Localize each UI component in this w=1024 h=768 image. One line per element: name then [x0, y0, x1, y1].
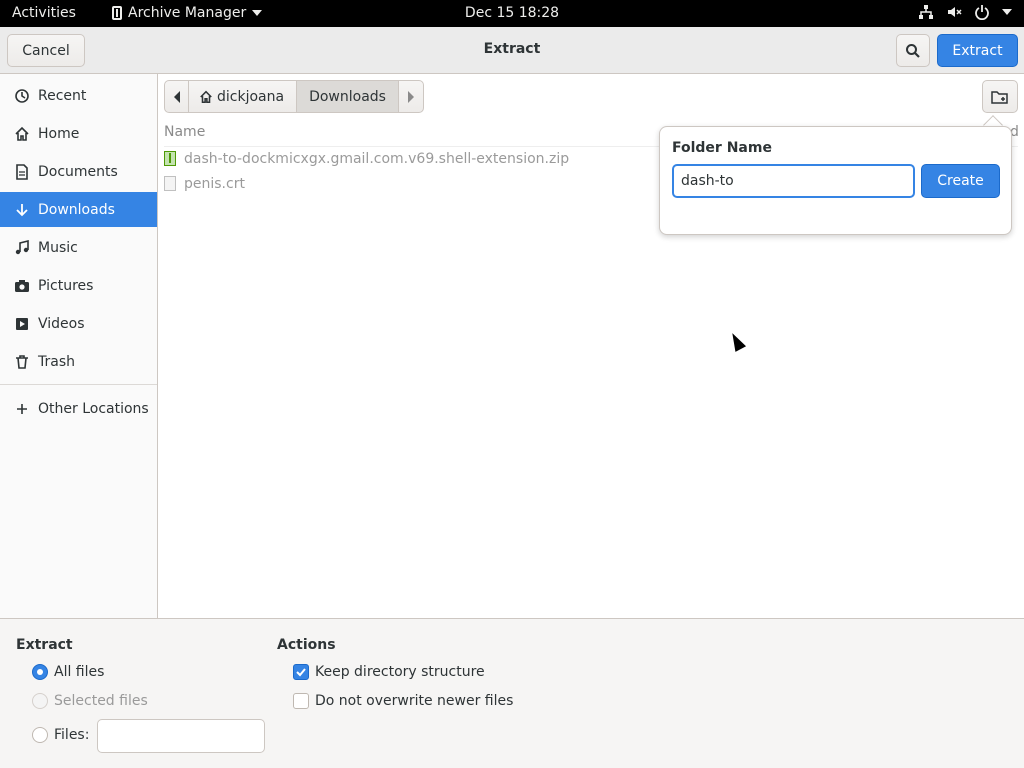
clock[interactable]: Dec 15 18:28	[465, 5, 559, 21]
file-row[interactable]: dash-to-dockmicxgx.gmail.com.v69.shell-e…	[164, 146, 569, 171]
files-pattern-input[interactable]	[97, 719, 265, 753]
top-bar: Activities Archive Manager Dec 15 18:28	[0, 0, 1024, 27]
chevron-down-icon	[252, 10, 263, 16]
plus-icon	[14, 401, 30, 417]
selected-files-radio[interactable]: Selected files	[32, 693, 148, 709]
file-name: dash-to-dockmicxgx.gmail.com.v69.shell-e…	[184, 150, 570, 167]
path-downloads-button[interactable]: Downloads	[297, 81, 399, 112]
sidebar-item-recent[interactable]: Recent	[0, 78, 157, 113]
all-files-label: All files	[54, 664, 105, 680]
new-folder-popover: Folder Name Create	[659, 126, 1012, 235]
activities-button[interactable]: Activities	[12, 5, 76, 21]
zip-file-icon	[164, 151, 176, 166]
search-button[interactable]	[896, 34, 930, 67]
path-home-label: dickjoana	[217, 88, 285, 105]
music-icon	[14, 239, 30, 256]
all-files-radio[interactable]: All files	[32, 664, 104, 680]
file-icon	[164, 176, 176, 191]
app-menu-label: Archive Manager	[128, 5, 247, 21]
volume-muted-icon	[948, 7, 962, 17]
camera-icon	[14, 278, 30, 294]
dialog-title: Extract	[483, 41, 541, 57]
radio-unchecked-icon	[32, 727, 48, 743]
path-current-label: Downloads	[309, 88, 386, 105]
keep-structure-label: Keep directory structure	[315, 664, 485, 680]
create-folder-button[interactable]: Create	[921, 164, 1000, 198]
keep-structure-checkbox[interactable]: Keep directory structure	[293, 664, 485, 680]
sidebar-item-label: Recent	[38, 87, 87, 104]
document-icon	[14, 163, 30, 180]
sidebar-item-home[interactable]: Home	[0, 116, 157, 151]
path-back-button[interactable]	[165, 81, 189, 112]
extract-section-title: Extract	[16, 637, 73, 653]
new-folder-icon	[991, 90, 1008, 104]
new-folder-button[interactable]	[982, 80, 1018, 113]
files-radio[interactable]: Files:	[32, 727, 89, 743]
clock-icon	[14, 88, 30, 104]
trash-icon	[14, 354, 30, 370]
radio-checked-icon	[32, 664, 48, 680]
places-sidebar: Recent Home Documents Downloads Music Pi…	[0, 74, 158, 618]
sidebar-item-label: Videos	[38, 315, 85, 332]
sidebar-item-pictures[interactable]: Pictures	[0, 268, 157, 303]
file-row[interactable]: penis.crt	[164, 171, 245, 196]
files-label: Files:	[54, 727, 90, 743]
sidebar-item-label: Documents	[38, 163, 118, 180]
no-overwrite-label: Do not overwrite newer files	[315, 693, 514, 709]
video-icon	[14, 316, 30, 332]
home-icon	[200, 90, 212, 103]
chevron-left-icon	[173, 90, 180, 103]
archive-manager-icon	[112, 6, 122, 20]
file-name: penis.crt	[184, 175, 245, 192]
sidebar-item-videos[interactable]: Videos	[0, 306, 157, 341]
extract-options: Extract All files Selected files Files: …	[0, 618, 1024, 768]
folder-name-input[interactable]	[672, 164, 915, 198]
home-icon	[14, 126, 30, 142]
sidebar-item-label: Trash	[38, 353, 75, 370]
network-icon	[919, 5, 933, 19]
sidebar-item-downloads[interactable]: Downloads	[0, 192, 157, 227]
power-icon	[975, 5, 989, 20]
selected-files-label: Selected files	[54, 693, 148, 709]
sidebar-item-label: Home	[38, 125, 80, 142]
folder-name-label: Folder Name	[672, 140, 772, 156]
radio-unchecked-icon	[32, 693, 48, 709]
path-forward-button[interactable]	[399, 81, 423, 112]
search-icon	[906, 43, 920, 58]
sidebar-item-label: Pictures	[38, 277, 94, 294]
actions-section-title: Actions	[277, 637, 336, 653]
chevron-down-icon	[1002, 9, 1012, 15]
system-tray[interactable]	[918, 4, 1012, 20]
sidebar-item-trash[interactable]: Trash	[0, 344, 157, 379]
header-bar: Cancel Extract Extract	[0, 27, 1024, 74]
sidebar-item-documents[interactable]: Documents	[0, 154, 157, 189]
sidebar-item-label: Other Locations	[38, 400, 149, 417]
sidebar-item-music[interactable]: Music	[0, 230, 157, 265]
sidebar-item-other-locations[interactable]: Other Locations	[0, 391, 157, 426]
no-overwrite-checkbox[interactable]: Do not overwrite newer files	[293, 693, 513, 709]
app-menu[interactable]: Archive Manager	[112, 5, 263, 21]
name-column-header[interactable]: Name	[164, 124, 205, 140]
checkmark-icon	[293, 664, 309, 680]
sidebar-divider	[0, 384, 157, 385]
sidebar-item-label: Downloads	[38, 201, 115, 218]
download-icon	[14, 202, 30, 218]
extract-button[interactable]: Extract	[937, 34, 1018, 67]
checkbox-unchecked-icon	[293, 693, 309, 709]
path-home-button[interactable]: dickjoana	[189, 81, 298, 112]
path-bar: dickjoana Downloads	[164, 80, 424, 113]
chevron-right-icon	[407, 90, 414, 103]
sidebar-item-label: Music	[38, 239, 78, 256]
